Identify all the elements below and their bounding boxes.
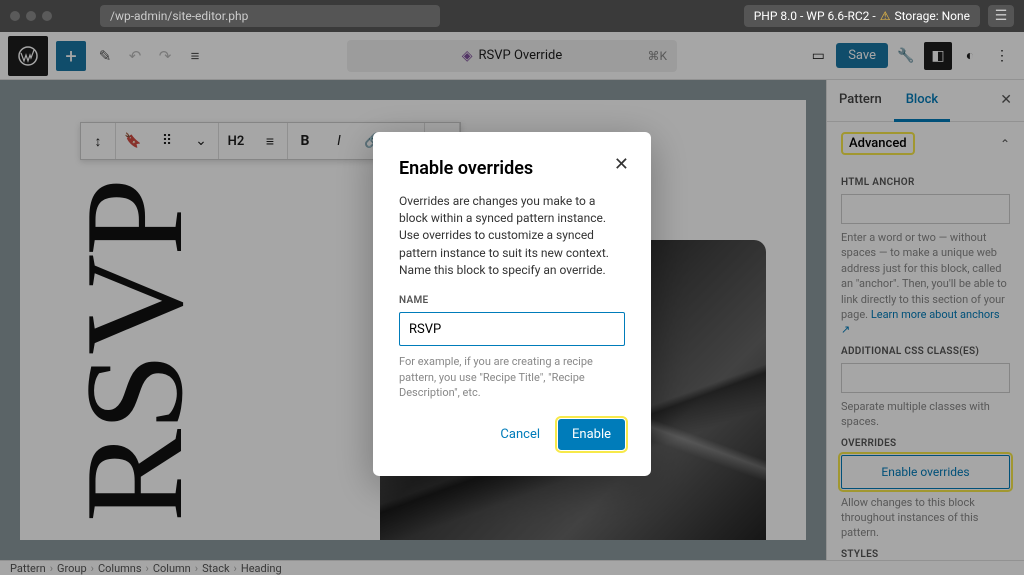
override-name-input[interactable] (399, 312, 625, 346)
name-example-text: For example, if you are creating a recip… (399, 354, 625, 400)
site-editor: + ✎ ↶ ↷ ≡ ◈ RSVP Override ⌘K ▭ Save 🔧 ◧ … (0, 32, 1024, 575)
close-window[interactable] (10, 11, 20, 21)
browser-chrome: /wp-admin/site-editor.php PHP 8.0 - WP 6… (0, 0, 1024, 32)
php-wp-version: PHP 8.0 - WP 6.6-RC2 - (754, 9, 876, 23)
menu-icon[interactable]: ☰ (988, 5, 1014, 27)
env-status: PHP 8.0 - WP 6.6-RC2 - ⚠ Storage: None (744, 5, 980, 27)
storage-status: Storage: None (894, 9, 970, 23)
url-bar[interactable]: /wp-admin/site-editor.php (100, 5, 440, 27)
modal-description: Overrides are changes you make to a bloc… (399, 192, 625, 279)
close-modal-icon[interactable]: ✕ (614, 153, 629, 174)
maximize-window[interactable] (42, 11, 52, 21)
cancel-button[interactable]: Cancel (490, 419, 550, 450)
enable-button[interactable]: Enable (558, 419, 625, 450)
modal-title: Enable overrides (399, 157, 625, 178)
enable-overrides-modal: ✕ Enable overrides Overrides are changes… (373, 131, 651, 475)
warning-icon: ⚠ (880, 9, 891, 23)
window-controls (10, 11, 52, 21)
name-field-label: NAME (399, 295, 625, 306)
minimize-window[interactable] (26, 11, 36, 21)
